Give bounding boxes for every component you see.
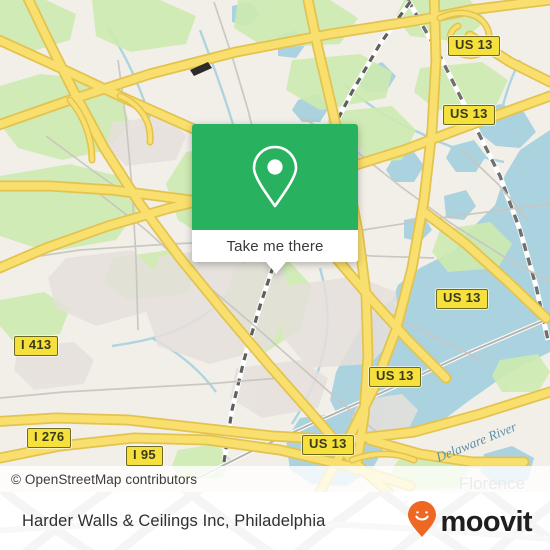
page-title: Harder Walls & Ceilings Inc, Philadelphi… <box>22 511 326 530</box>
page-footer: Harder Walls & Ceilings Inc, Philadelphi… <box>0 492 550 550</box>
road-shield-label: I 413 <box>21 337 52 352</box>
attribution-text: © OpenStreetMap contributors <box>11 471 198 487</box>
road-shield: US 13 <box>302 435 354 455</box>
road-shield: I 413 <box>14 336 59 356</box>
moovit-pin-smiley-icon <box>407 500 437 543</box>
map-canvas[interactable]: Delaware River Florence US 13US 13US 13U… <box>0 0 550 492</box>
road-shield: US 13 <box>436 289 488 309</box>
road-shield-label: I 276 <box>34 429 65 444</box>
moovit-wordmark: moovit <box>440 505 533 538</box>
location-popup-card[interactable]: Take me there <box>192 124 358 274</box>
popup-header <box>192 124 358 230</box>
road-shield-label: US 13 <box>450 106 488 121</box>
road-shield: I 276 <box>27 428 72 448</box>
road-shield: US 13 <box>369 367 421 387</box>
road-shield-label: I 95 <box>133 447 156 462</box>
moovit-logo[interactable]: moovit <box>407 500 533 543</box>
moovit-map-page: Delaware River Florence US 13US 13US 13U… <box>0 0 550 550</box>
popup-pointer-tail <box>266 262 286 274</box>
map-pin-icon <box>248 143 302 211</box>
road-shield: US 13 <box>448 36 500 56</box>
road-shield: US 13 <box>443 105 495 125</box>
road-shield-label: US 13 <box>376 368 414 383</box>
road-shield-label: US 13 <box>455 37 493 52</box>
road-shield: I 95 <box>126 446 163 466</box>
popup-cta-bar[interactable]: Take me there <box>192 230 358 262</box>
map-attribution-bar: © OpenStreetMap contributors <box>0 466 550 492</box>
road-shield-label: US 13 <box>443 290 481 305</box>
road-shield-label: US 13 <box>309 436 347 451</box>
take-me-there-label: Take me there <box>226 237 324 255</box>
